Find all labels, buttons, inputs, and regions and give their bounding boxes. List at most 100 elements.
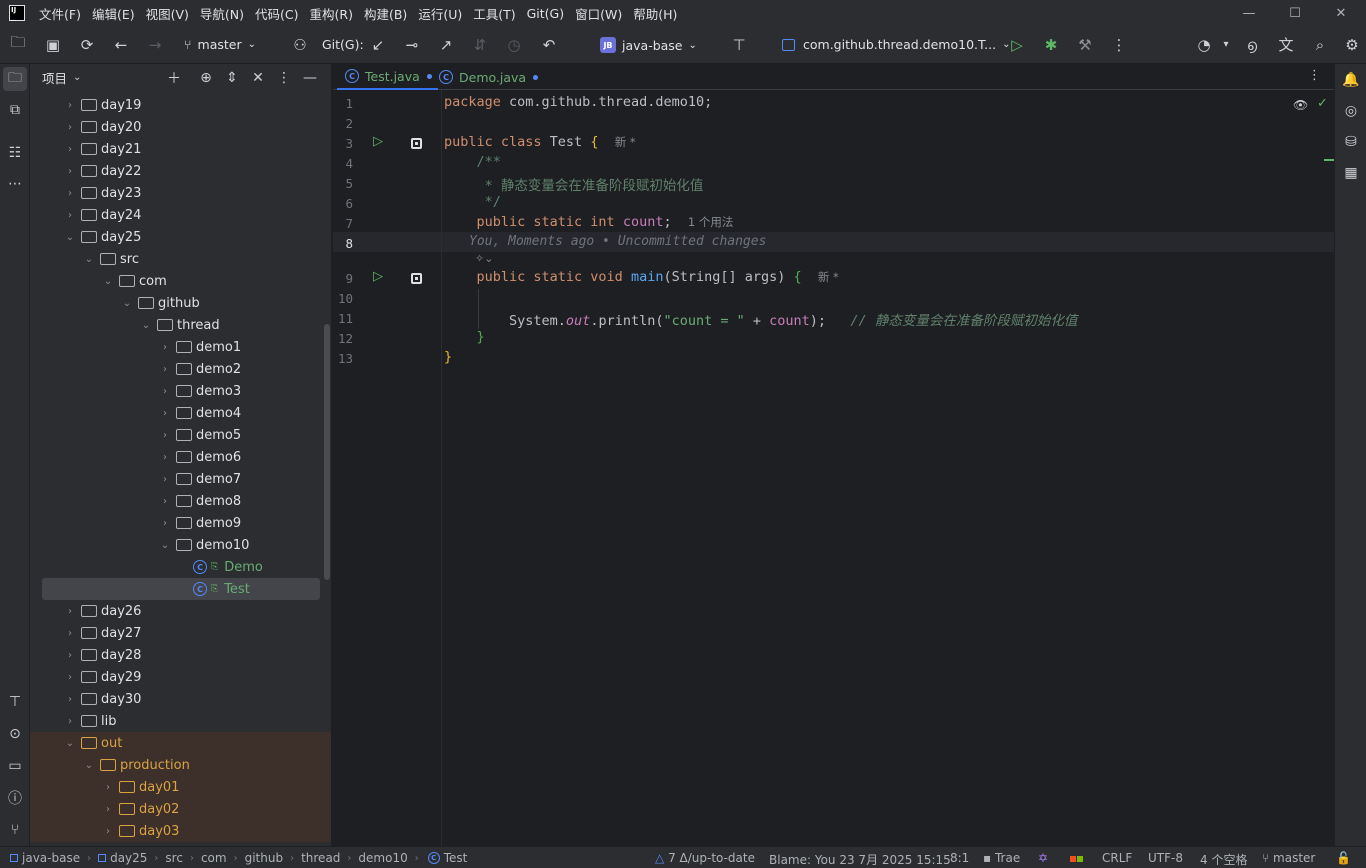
line-number[interactable]: 4 — [333, 156, 353, 171]
translate-icon[interactable]: 文 — [1272, 31, 1300, 59]
chevron-right-icon[interactable]: › — [63, 210, 77, 221]
menu-git[interactable]: Git(G) — [527, 6, 565, 21]
more-options-icon[interactable]: ⋮ — [1105, 31, 1133, 59]
chevron-right-icon[interactable]: › — [158, 452, 172, 463]
breadcrumb-item[interactable]: com — [201, 851, 227, 865]
chevron-right-icon[interactable]: › — [63, 122, 77, 133]
structure-icon[interactable]: ☷ — [3, 141, 27, 165]
build-hammer-t-icon[interactable]: ⊤ — [725, 31, 753, 59]
maximize-icon[interactable]: ☐ — [1272, 0, 1318, 26]
add-user-icon[interactable]: ⚇ — [286, 31, 314, 59]
hide-panel-icon[interactable]: — — [300, 68, 320, 88]
code-line-12[interactable]: } — [444, 329, 485, 345]
line-number[interactable]: 6 — [333, 196, 353, 211]
tree-item-day22[interactable]: › day22 — [30, 160, 331, 182]
breadcrumb-item[interactable]: thread — [301, 851, 340, 865]
breadcrumb-item[interactable]: github — [245, 851, 283, 865]
build-tool-icon[interactable]: ⊤ — [3, 690, 27, 714]
tree-item-demo3[interactable]: › demo3 — [30, 380, 331, 402]
breakpoint-stop-icon[interactable] — [411, 138, 422, 149]
project-panel-title[interactable]: 项目 — [42, 68, 67, 87]
windows-icon[interactable] — [1070, 851, 1083, 865]
chevron-right-icon[interactable]: › — [101, 782, 115, 793]
vcs-status[interactable]: △ 7 Δ/up-to-date — [655, 851, 755, 865]
run-class-gutter-icon[interactable]: ▷ — [373, 134, 383, 149]
menu-file[interactable]: 文件(F) — [39, 4, 81, 23]
chevron-right-icon[interactable]: › — [63, 100, 77, 111]
tree-item-day02[interactable]: › day02 — [30, 798, 331, 820]
menu-code[interactable]: 代码(C) — [255, 4, 298, 23]
cursor-position[interactable]: 8:1 — [950, 851, 969, 865]
tree-item-day21[interactable]: › day21 — [30, 138, 331, 160]
line-number[interactable]: 1 — [333, 96, 353, 111]
line-number[interactable]: 7 — [333, 216, 353, 231]
services-icon[interactable]: ⊙ — [3, 722, 27, 746]
tree-item-demo[interactable]: C ⎘ Demo — [30, 556, 331, 578]
project-selector[interactable]: JB java-base ⌄ — [600, 37, 697, 53]
project-folder-icon[interactable]: 🗀 — [3, 67, 27, 91]
chevron-down-icon[interactable]: ⌄ — [63, 232, 77, 243]
tab-options-icon[interactable]: ⋮ — [1308, 68, 1321, 83]
rollback-icon[interactable]: ↶ — [535, 31, 563, 59]
code-line-11[interactable]: System.out.println("count = " + count); … — [444, 309, 1077, 329]
chevron-down-icon[interactable]: ⌄ — [82, 254, 96, 265]
chevron-down-icon[interactable]: ⌄ — [101, 276, 115, 287]
minimize-icon[interactable]: — — [1226, 0, 1272, 26]
options-icon[interactable]: ⋮ — [274, 68, 294, 88]
git-icon[interactable]: ⑂ — [3, 818, 27, 842]
inlay-hint[interactable]: 新 * — [818, 270, 839, 284]
history-icon[interactable]: ◷ — [500, 31, 528, 59]
inlay-hint[interactable]: 新 * — [615, 135, 636, 149]
usages-hint[interactable]: 1 个用法 — [688, 215, 733, 229]
tree-item-out[interactable]: ⌄ out — [30, 732, 331, 754]
back-icon[interactable]: ← — [107, 31, 135, 59]
chevron-right-icon[interactable]: › — [63, 628, 77, 639]
tree-item-src[interactable]: ⌄ src — [30, 248, 331, 270]
breadcrumb-item[interactable]: Test — [444, 851, 468, 865]
git-blame-inline[interactable]: You, Moments ago • Uncommitted changes — [469, 234, 766, 249]
menu-run[interactable]: 运行(U) — [418, 4, 462, 23]
terminal-icon[interactable]: ▭ — [3, 754, 27, 778]
tree-item-day19[interactable]: › day19 — [30, 94, 331, 116]
save-icon[interactable]: ▣ — [39, 31, 67, 59]
locate-target-icon[interactable]: ⊕ — [196, 68, 216, 88]
menu-build[interactable]: 构建(B) — [364, 4, 407, 23]
code-line-5[interactable]: * 静态变量会在准备阶段赋初始化值 — [444, 174, 704, 194]
tree-item-demo6[interactable]: › demo6 — [30, 446, 331, 468]
line-number[interactable]: 13 — [333, 351, 353, 366]
chevron-right-icon[interactable]: › — [63, 188, 77, 199]
debug-icon[interactable]: ✱ — [1037, 31, 1065, 59]
chevron-right-icon[interactable]: › — [63, 694, 77, 705]
git-commit-icon[interactable]: ⊸ — [398, 31, 426, 59]
code-line-9[interactable]: public static void main(String[] args) {… — [444, 269, 839, 285]
tree-item-day03[interactable]: › day03 — [30, 820, 331, 842]
breadcrumb-item[interactable]: src — [165, 851, 183, 865]
line-number[interactable]: 11 — [333, 311, 353, 326]
chevron-down-icon[interactable]: ⌄ — [63, 738, 77, 749]
line-number[interactable]: 10 — [333, 291, 353, 306]
tree-item-demo10[interactable]: ⌄ demo10 — [30, 534, 331, 556]
git-branch-status[interactable]: ⑂ master — [1262, 851, 1315, 865]
chevron-down-icon[interactable]: ▾ — [1212, 31, 1240, 59]
chevron-right-icon[interactable]: › — [158, 364, 172, 375]
tree-item-thread[interactable]: ⌄ thread — [30, 314, 331, 336]
coverage-icon[interactable]: ▦ — [1339, 161, 1363, 185]
tree-item-day29[interactable]: › day29 — [30, 666, 331, 688]
tree-item-day01[interactable]: › day01 — [30, 776, 331, 798]
tree-item-day26[interactable]: › day26 — [30, 600, 331, 622]
more-tools-icon[interactable]: ⋯ — [3, 172, 27, 196]
chevron-right-icon[interactable]: › — [63, 606, 77, 617]
tree-item-day23[interactable]: › day23 — [30, 182, 331, 204]
code-line-3[interactable]: public class Test { 新 * — [444, 134, 636, 150]
tree-item-production[interactable]: ⌄ production — [30, 754, 331, 776]
problems-icon[interactable]: ⓘ — [3, 786, 27, 810]
chevron-right-icon[interactable]: › — [158, 496, 172, 507]
tree-item-demo4[interactable]: › demo4 — [30, 402, 331, 424]
git-pull-request-icon[interactable]: ⇵ — [466, 31, 494, 59]
commit-icon[interactable]: ⧉ — [3, 98, 27, 122]
tree-item-demo5[interactable]: › demo5 — [30, 424, 331, 446]
line-number[interactable]: 9 — [333, 271, 353, 286]
trae-status[interactable]: ▪ Trae — [983, 851, 1020, 865]
tab-test-java[interactable]: C Test.java — [337, 64, 438, 90]
tree-item-day25[interactable]: ⌄ day25 — [30, 226, 331, 248]
